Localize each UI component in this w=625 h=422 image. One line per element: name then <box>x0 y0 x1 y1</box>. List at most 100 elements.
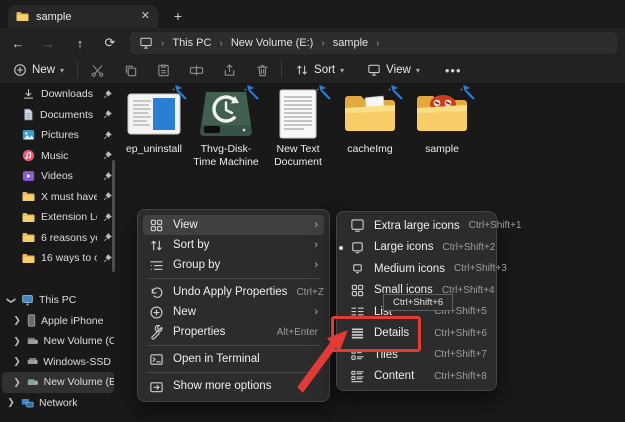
chevron-right-icon: › <box>314 306 318 318</box>
trash-icon <box>255 63 270 78</box>
small-icons-icon <box>350 283 365 298</box>
chevron-right-icon: › <box>314 259 318 271</box>
menu-item-view[interactable]: View › <box>143 215 324 235</box>
phone-icon <box>27 314 36 327</box>
menu-item-new[interactable]: New › <box>143 302 324 322</box>
pin-icon <box>103 254 112 263</box>
copy-button[interactable] <box>117 58 143 82</box>
sidebar-item-this-pc[interactable]: ❯ This PC <box>2 290 114 311</box>
submenu-item-label: Medium icons <box>374 263 445 275</box>
copy-icon <box>123 63 138 78</box>
sort-button-label: Sort <box>314 64 335 76</box>
forward-button[interactable]: → <box>36 32 60 54</box>
new-tab-button[interactable]: + <box>168 6 188 26</box>
drive-icon <box>27 356 38 367</box>
chevron-down-icon: ▾ <box>416 66 420 75</box>
chevron-collapsed-icon[interactable]: ❯ <box>12 315 22 326</box>
sidebar-item-label: Extension Logos <box>41 211 97 223</box>
new-button[interactable]: New ▾ <box>6 58 71 82</box>
sidebar-item-videos[interactable]: Videos <box>2 166 114 187</box>
sidebar-item-folder[interactable]: X must have pro <box>2 187 114 208</box>
submenu-item-label: Extra large icons <box>374 220 460 232</box>
file-explorer-window: sample ✕ + ← → ↑ ⟳ › This PC › New Volum… <box>0 0 625 422</box>
file-thvg-disk-time-machine[interactable]: Thvg-Disk-Time Machine <box>190 88 262 168</box>
sidebar-item-label: This PC <box>39 294 76 306</box>
wrench-icon <box>149 325 164 340</box>
menu-shortcut: Ctrl+Z <box>296 287 324 298</box>
paste-button[interactable] <box>150 58 176 82</box>
sidebar-item-downloads[interactable]: Downloads <box>2 84 114 105</box>
back-button[interactable]: ← <box>6 32 30 54</box>
refresh-button[interactable]: ⟳ <box>98 32 122 54</box>
sidebar-item-network[interactable]: ❯ Network <box>2 393 114 414</box>
chevron-collapsed-icon[interactable]: ❯ <box>6 397 16 408</box>
menu-item-sort-by[interactable]: Sort by › <box>143 235 324 255</box>
address-bar[interactable]: › This PC › New Volume (E:) › sample › <box>130 32 617 54</box>
breadcrumb-folder[interactable]: sample <box>333 37 368 49</box>
file-ep-uninstall[interactable]: ep_uninstall <box>118 88 190 156</box>
this-pc-icon <box>139 37 153 49</box>
sidebar-scrollbar[interactable] <box>112 160 115 272</box>
sidebar-item-documents[interactable]: Documents <box>2 105 114 126</box>
breadcrumb-this-pc[interactable]: This PC <box>172 37 211 49</box>
sidebar-item-label: Music <box>41 150 97 162</box>
sidebar-item-folder[interactable]: 6 reasons you n <box>2 228 114 249</box>
more-options-button[interactable]: ••• <box>435 63 472 78</box>
folder-icon <box>341 88 399 140</box>
chevron-right-icon: › <box>314 239 318 251</box>
menu-shortcut: Ctrl+Shift+1 <box>469 220 522 231</box>
delete-button[interactable] <box>249 58 275 82</box>
chevron-collapsed-icon[interactable]: ❯ <box>12 377 22 388</box>
sidebar-item-folder[interactable]: Extension Logos <box>2 207 114 228</box>
submenu-item-content[interactable]: Content Ctrl+Shift+8 <box>341 366 492 388</box>
this-pc-icon <box>21 294 34 306</box>
sidebar-item-label: Network <box>39 397 78 409</box>
paste-icon <box>156 63 171 78</box>
menu-item-label: View <box>173 219 305 231</box>
sidebar-item-new-volume-e[interactable]: ❯ New Volume (E:) <box>2 372 114 393</box>
explorer-tab[interactable]: sample ✕ <box>8 5 158 28</box>
tab-close-icon[interactable]: ✕ <box>141 11 150 22</box>
shortcut-tooltip: Ctrl+Shift+6 <box>383 294 453 311</box>
view-button-label: View <box>386 64 411 76</box>
pin-icon <box>103 233 112 242</box>
menu-item-label: New <box>173 306 305 318</box>
sidebar-item-pictures[interactable]: Pictures <box>2 125 114 146</box>
submenu-item-medium-icons[interactable]: Medium icons Ctrl+Shift+3 <box>341 258 492 280</box>
submenu-item-extra-large-icons[interactable]: Extra large icons Ctrl+Shift+1 <box>341 215 492 237</box>
folder-icon <box>413 88 471 140</box>
sidebar-item-windows-ssd-d[interactable]: ❯ Windows-SSD (D <box>2 352 114 373</box>
cut-button[interactable] <box>84 58 110 82</box>
sort-button[interactable]: Sort ▾ <box>288 58 351 82</box>
up-button[interactable]: ↑ <box>68 32 92 54</box>
rename-button[interactable] <box>183 58 209 82</box>
chevron-collapsed-icon[interactable]: ❯ <box>12 356 22 367</box>
view-button[interactable]: View ▾ <box>360 58 427 82</box>
network-icon <box>21 397 34 409</box>
menu-item-undo-apply-properties[interactable]: Undo Apply Properties Ctrl+Z <box>143 282 324 302</box>
sidebar-item-folder[interactable]: 16 ways to orga <box>2 248 114 269</box>
disk-image-icon <box>197 88 255 140</box>
sidebar-item-new-volume-c[interactable]: ❯ New Volume (C:) <box>2 331 114 352</box>
chevron-expanded-icon[interactable]: ❯ <box>6 295 17 305</box>
extra-large-icons-icon <box>350 218 365 233</box>
sidebar-item-apple-iphone[interactable]: ❯ Apple iPhone <box>2 311 114 332</box>
sidebar-item-label: Apple iPhone <box>41 315 103 327</box>
text-document-icon <box>269 88 327 140</box>
sidebar-item-label: New Volume (E:) <box>44 376 114 388</box>
cursor-annotation-icon <box>459 84 475 100</box>
share-button[interactable] <box>216 58 242 82</box>
submenu-item-large-icons[interactable]: Large icons Ctrl+Shift+2 <box>341 237 492 259</box>
cursor-annotation-icon <box>315 84 331 100</box>
menu-item-group-by[interactable]: Group by › <box>143 255 324 275</box>
file-new-text-document[interactable]: New Text Document <box>262 88 334 168</box>
downloads-icon <box>22 88 35 101</box>
chevron-collapsed-icon[interactable]: ❯ <box>12 336 22 347</box>
folder-cacheimg[interactable]: cacheImg <box>334 88 406 156</box>
sidebar-item-music[interactable]: Music <box>2 146 114 167</box>
pin-icon <box>103 90 112 99</box>
file-name: ep_uninstall <box>126 143 182 156</box>
breadcrumb-drive[interactable]: New Volume (E:) <box>231 37 314 49</box>
folder-sample[interactable]: sample <box>406 88 478 156</box>
menu-shortcut: Ctrl+Shift+6 <box>434 328 487 339</box>
